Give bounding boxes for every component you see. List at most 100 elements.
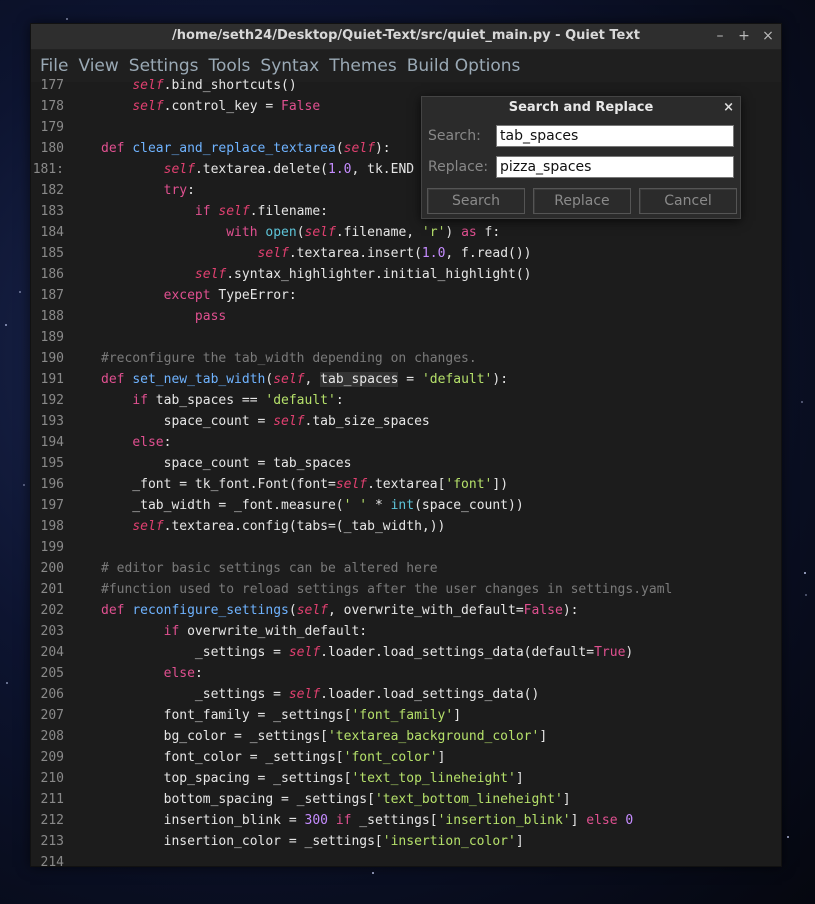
code-line[interactable]: 202 def reconfigure_settings(self, overwr… [31, 600, 579, 621]
code-line[interactable]: 192 if tab_spaces == 'default': [31, 390, 344, 411]
code-line[interactable]: 200 # editor basic settings can be altere… [31, 558, 438, 579]
code-text[interactable]: insertion_blink = 300 if _settings['inse… [101, 810, 634, 831]
code-text[interactable]: _tab_width = _font.measure(' ' * int(spa… [101, 495, 523, 516]
code-line[interactable]: 207 font_family = _settings['font_family… [31, 705, 462, 726]
code-line[interactable]: 194 else: [31, 432, 172, 453]
code-line[interactable]: 199 [31, 537, 64, 558]
code-line[interactable]: 212 insertion_blink = 300 if _settings['… [31, 810, 634, 831]
code-line[interactable]: 210 top_spacing = _settings['text_top_li… [31, 768, 524, 789]
title-bar[interactable]: /home/seth24/Desktop/Quiet-Text/src/quie… [31, 24, 781, 50]
code-text[interactable]: else: [101, 432, 171, 453]
code-line[interactable]: 209 font_color = _settings['font_color'] [31, 747, 446, 768]
code-text[interactable]: self.bind_shortcuts() [101, 75, 296, 96]
search-button[interactable]: Search [427, 188, 525, 214]
code-line[interactable]: 206 _settings = self.loader.load_setting… [31, 684, 540, 705]
code-text[interactable]: font_color = _settings['font_color'] [101, 747, 446, 768]
code-text[interactable]: _settings = self.loader.load_settings_da… [101, 684, 539, 705]
code-text[interactable]: except TypeError: [101, 285, 297, 306]
menu-build-options[interactable]: Build Options [402, 56, 526, 76]
line-number: 202 [40, 603, 64, 618]
code-text[interactable]: if tab_spaces == 'default': [101, 390, 343, 411]
star-dot [801, 401, 803, 403]
dialog-close-icon[interactable]: × [723, 97, 734, 119]
line-number: 197 [40, 498, 64, 513]
code-text[interactable]: if overwrite_with_default: [101, 621, 368, 642]
code-text[interactable]: top_spacing = _settings['text_top_linehe… [101, 768, 524, 789]
code-line[interactable]: 203 if overwrite_with_default: [31, 621, 368, 642]
code-line[interactable]: 187 except TypeError: [31, 285, 297, 306]
code-text[interactable]: else: [101, 663, 203, 684]
code-line[interactable]: 189 [31, 327, 64, 348]
code-line[interactable]: 181: self.textarea.delete(1.0, tk.END [31, 159, 414, 180]
code-text[interactable]: #function used to reload settings after … [101, 579, 672, 600]
code-text[interactable]: self.control_key = False [101, 96, 320, 117]
code-text[interactable]: space_count = tab_spaces [101, 453, 352, 474]
code-line[interactable]: 214 [31, 852, 64, 867]
menu-tools[interactable]: Tools [204, 56, 256, 76]
code-line[interactable]: 179 [31, 117, 64, 138]
code-line[interactable]: 213 insertion_color = _settings['inserti… [31, 831, 524, 852]
menu-settings[interactable]: Settings [124, 56, 204, 76]
code-line[interactable]: 190 #reconfigure the tab_width depending … [31, 348, 477, 369]
code-text[interactable]: def reconfigure_settings(self, overwrite… [101, 600, 578, 621]
menu-view[interactable]: View [73, 56, 123, 76]
code-text[interactable]: pass [101, 306, 226, 327]
code-line[interactable]: 195 space_count = tab_spaces [31, 453, 352, 474]
code-line[interactable]: 205 else: [31, 663, 203, 684]
code-text[interactable]: try: [101, 180, 195, 201]
code-text[interactable]: #reconfigure the tab_width depending on … [101, 348, 477, 369]
menu-themes[interactable]: Themes [324, 56, 402, 76]
replace-label: Replace: [428, 159, 489, 175]
cancel-button[interactable]: Cancel [639, 188, 737, 214]
code-line[interactable]: 184 with open(self.filename, 'r') as f: [31, 222, 501, 243]
code-line[interactable]: 211 bottom_spacing = _settings['text_bot… [31, 789, 571, 810]
replace-input[interactable] [496, 156, 734, 178]
code-line[interactable]: 178 self.control_key = False [31, 96, 321, 117]
line-number: 214 [40, 855, 64, 867]
code-text[interactable]: insertion_color = _settings['insertion_c… [101, 831, 524, 852]
replace-button[interactable]: Replace [533, 188, 631, 214]
line-number: 209 [40, 750, 64, 765]
code-text[interactable]: with open(self.filename, 'r') as f: [101, 222, 500, 243]
code-text[interactable]: space_count = self.tab_size_spaces [101, 411, 430, 432]
search-input[interactable] [496, 125, 734, 147]
code-line[interactable]: 204 _settings = self.loader.load_setting… [31, 642, 634, 663]
code-text[interactable]: bottom_spacing = _settings['text_bottom_… [101, 789, 571, 810]
code-text[interactable]: self.textarea.insert(1.0, f.read()) [101, 243, 532, 264]
close-button[interactable]: × [761, 27, 775, 45]
code-text[interactable]: def clear_and_replace_textarea(self): [101, 138, 391, 159]
star-dot [66, 18, 68, 20]
minimize-button[interactable]: – [713, 27, 727, 45]
line-number: 196 [40, 477, 64, 492]
code-line[interactable]: 185 self.textarea.insert(1.0, f.read()) [31, 243, 532, 264]
line-number: 183 [40, 204, 64, 219]
code-line[interactable]: 177 self.bind_shortcuts() [31, 75, 297, 96]
code-line[interactable]: 191 def set_new_tab_width(self, tab_space… [31, 369, 508, 390]
menu-file[interactable]: File [35, 56, 73, 76]
code-text[interactable]: def set_new_tab_width(self, tab_spaces =… [101, 369, 508, 390]
code-line[interactable]: 180 def clear_and_replace_textarea(self): [31, 138, 391, 159]
code-line[interactable]: 201 #function used to reload settings aft… [31, 579, 673, 600]
code-text[interactable]: bg_color = _settings['textarea_backgroun… [101, 726, 548, 747]
code-line[interactable]: 197 _tab_width = _font.measure(' ' * int… [31, 495, 524, 516]
code-line[interactable]: 186 self.syntax_highlighter.initial_high… [31, 264, 532, 285]
maximize-button[interactable]: + [737, 27, 751, 45]
code-text[interactable]: _settings = self.loader.load_settings_da… [101, 642, 633, 663]
code-text[interactable]: # editor basic settings can be altered h… [101, 558, 438, 579]
menu-syntax[interactable]: Syntax [255, 56, 324, 76]
code-line[interactable]: 182 try: [31, 180, 195, 201]
line-number: 204 [40, 645, 64, 660]
code-line[interactable]: 193 space_count = self.tab_size_spaces [31, 411, 430, 432]
code-text[interactable]: self.textarea.delete(1.0, tk.END [101, 159, 414, 180]
code-line[interactable]: 183 if self.filename: [31, 201, 328, 222]
star-dot [787, 836, 789, 838]
code-text[interactable]: self.syntax_highlighter.initial_highligh… [101, 264, 532, 285]
code-text[interactable]: self.textarea.config(tabs=(_tab_width,)) [101, 516, 445, 537]
code-text[interactable]: _font = tk_font.Font(font=self.textarea[… [101, 474, 508, 495]
code-line[interactable]: 196 _font = tk_font.Font(font=self.texta… [31, 474, 509, 495]
code-line[interactable]: 208 bg_color = _settings['textarea_backg… [31, 726, 548, 747]
code-text[interactable]: if self.filename: [101, 201, 328, 222]
code-line[interactable]: 198 self.textarea.config(tabs=(_tab_widt… [31, 516, 446, 537]
code-line[interactable]: 188 pass [31, 306, 227, 327]
code-text[interactable]: font_family = _settings['font_family'] [101, 705, 461, 726]
